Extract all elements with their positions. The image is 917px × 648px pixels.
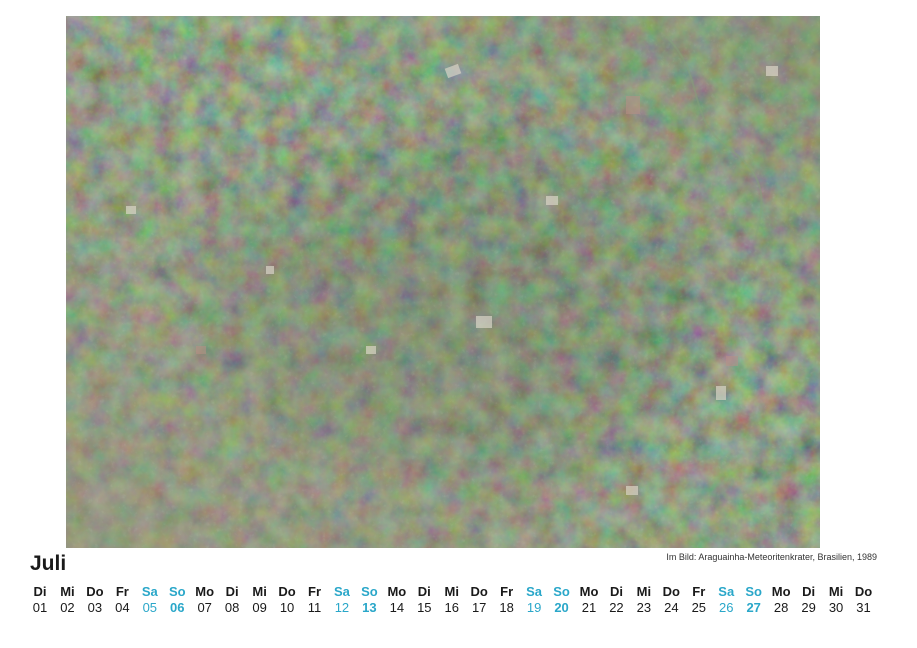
day-cell: Do 10 [274,585,300,617]
day-cell: Di 01 [27,585,53,617]
day-cell: Mi 30 [823,585,849,617]
day-cell: Fr 18 [494,585,520,617]
day-number: 08 [224,600,240,615]
weekday-label: Di [225,584,239,599]
weekday-label: Di [417,584,431,599]
day-number: 28 [773,600,789,615]
image-caption: Im Bild: Araguainha-Meteoritenkrater, Br… [666,552,877,562]
satellite-image-graphic [66,16,820,548]
day-number: 29 [801,600,816,615]
day-number: 10 [279,600,295,615]
weekday-label: Mo [771,584,791,599]
weekday-label: Do [854,584,873,599]
day-cell: Fr 11 [302,585,328,617]
day-number: 16 [444,600,459,615]
day-number: 21 [581,600,597,615]
day-cell: Mi 16 [439,585,465,617]
weekday-label: Sa [526,584,543,599]
day-cell: Mi 23 [631,585,657,617]
weekday-label: So [168,584,186,599]
day-cell: Mi 09 [247,585,273,617]
day-number: 19 [526,600,542,615]
weekday-label: Fr [308,584,321,599]
day-strip: Di 01 Mi 02 Do 03 Fr 04 Sa 05 So 06 Mo 07 Di 08 Mi 09 Do 10… [30,585,880,621]
day-number: 17 [471,600,487,615]
weekday-label: Sa [718,584,735,599]
weekday-label: Sa [141,584,158,599]
day-number: 31 [856,600,871,615]
day-cell: Di 29 [796,585,822,617]
day-number: 06 [170,600,185,615]
day-cell: Sa 19 [521,585,547,617]
day-cell: Fr 25 [686,585,712,617]
day-cell: Sa 26 [713,585,739,617]
weekday-label: Do [278,584,296,599]
day-number: 26 [719,600,734,615]
day-number: 13 [362,600,377,615]
weekday-label: Do [662,584,681,599]
satellite-image [66,16,820,548]
weekday-label: So [553,584,570,599]
day-number: 14 [389,600,405,615]
day-cell: Di 08 [219,585,245,617]
day-cell: Di 22 [603,585,629,617]
day-cell: So 13 [356,585,382,617]
day-number: 05 [142,600,158,615]
weekday-label: Mi [60,584,75,599]
weekday-label: Mi [828,584,844,599]
day-number: 02 [60,600,75,615]
weekday-label: Di [802,584,816,599]
day-number: 22 [609,600,624,615]
month-title: Juli [30,552,67,575]
day-cell: So 27 [741,585,767,617]
day-cell: Mo 14 [384,585,410,617]
weekday-label: Di [609,584,623,599]
weekday-label: Do [86,584,104,599]
weekday-label: Fr [115,584,129,599]
weekday-label: Di [33,584,47,599]
day-cell: So 20 [549,585,575,617]
day-cell: Di 15 [411,585,437,617]
day-number: 25 [691,600,707,615]
day-cell: Sa 12 [329,585,355,617]
weekday-label: Mi [444,584,459,599]
weekday-label: Do [470,584,488,599]
day-number: 12 [334,600,350,615]
weekday-label: Fr [692,584,706,599]
day-number: 30 [828,600,844,615]
day-number: 03 [87,600,103,615]
weekday-label: Mi [636,584,652,599]
day-cell: Do 17 [466,585,492,617]
weekday-label: Mo [579,584,599,599]
day-cell: Mo 28 [768,585,794,617]
day-number: 07 [197,600,212,615]
day-cell: Do 31 [851,585,877,617]
day-cell: Sa 05 [137,585,163,617]
weekday-label: So [361,584,378,599]
day-cell: Fr 04 [109,585,135,617]
day-number: 20 [554,600,569,615]
weekday-label: Mi [252,584,267,599]
day-number: 27 [746,600,761,615]
day-cell: Do 24 [658,585,684,617]
day-number: 18 [499,600,514,615]
day-number: 09 [252,600,267,615]
day-number: 11 [307,600,322,615]
day-number: 01 [32,600,48,615]
day-number: 23 [636,600,652,615]
weekday-label: Mo [195,584,215,599]
day-cell: Do 03 [82,585,108,617]
day-number: 04 [115,600,130,615]
day-cell: Mi 02 [54,585,80,617]
day-number: 24 [664,600,679,615]
day-number: 15 [417,600,432,615]
weekday-label: Mo [387,584,407,599]
weekday-label: Sa [333,584,350,599]
day-cell: Mo 21 [576,585,602,617]
day-cell: Mo 07 [192,585,218,617]
day-cell: So 06 [164,585,190,617]
weekday-label: So [745,584,762,599]
weekday-label: Fr [500,584,514,599]
